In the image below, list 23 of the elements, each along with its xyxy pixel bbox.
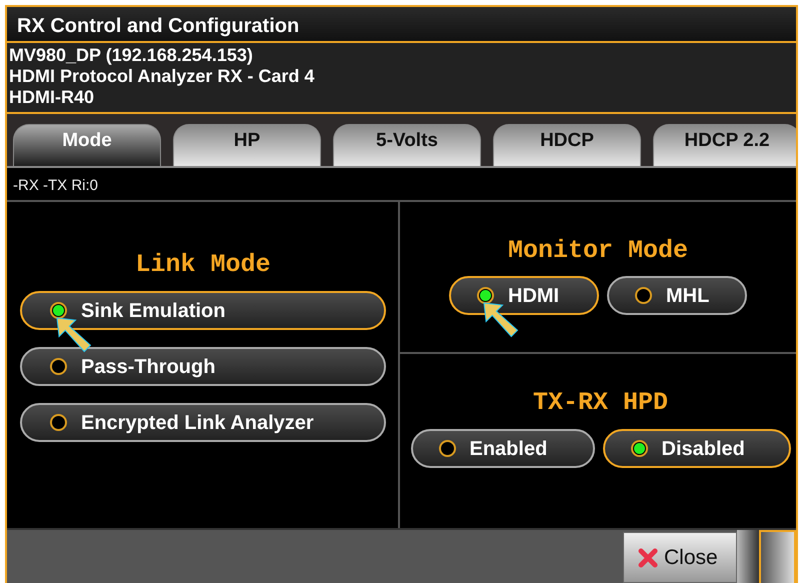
status-text: -RX -TX Ri:0: [13, 177, 98, 194]
section-heading: Monitor Mode: [506, 238, 690, 263]
shade-strip: [737, 530, 759, 583]
section-heading: Link Mode: [134, 252, 272, 277]
radio-option[interactable]: Disabled: [602, 429, 790, 468]
device-info-line: MV980_DP (192.168.254.153): [9, 45, 254, 66]
tab[interactable]: HP: [173, 124, 321, 166]
radio-option[interactable]: HDMI: [449, 276, 599, 315]
window-title: RX Control and Configuration: [7, 7, 796, 43]
tab[interactable]: 5-Volts: [333, 124, 481, 166]
close-button[interactable]: Close: [623, 532, 737, 583]
tab[interactable]: Mode: [13, 124, 161, 166]
tab[interactable]: HDCP: [493, 124, 641, 166]
radio-option[interactable]: MHL: [607, 276, 747, 315]
tab[interactable]: HDCP 2.2: [653, 124, 796, 166]
radio-option[interactable]: Sink Emulation: [20, 291, 386, 330]
radio-option[interactable]: Enabled: [410, 429, 594, 468]
radio-option[interactable]: Pass-Through: [20, 347, 386, 386]
device-info-line: HDMI-R40: [9, 87, 96, 108]
close-icon: [638, 548, 658, 568]
section-heading: TX-RX HPD: [532, 390, 670, 415]
radio-option[interactable]: Encrypted Link Analyzer: [20, 403, 386, 442]
device-info-line: HDMI Protocol Analyzer RX - Card 4: [9, 66, 316, 87]
